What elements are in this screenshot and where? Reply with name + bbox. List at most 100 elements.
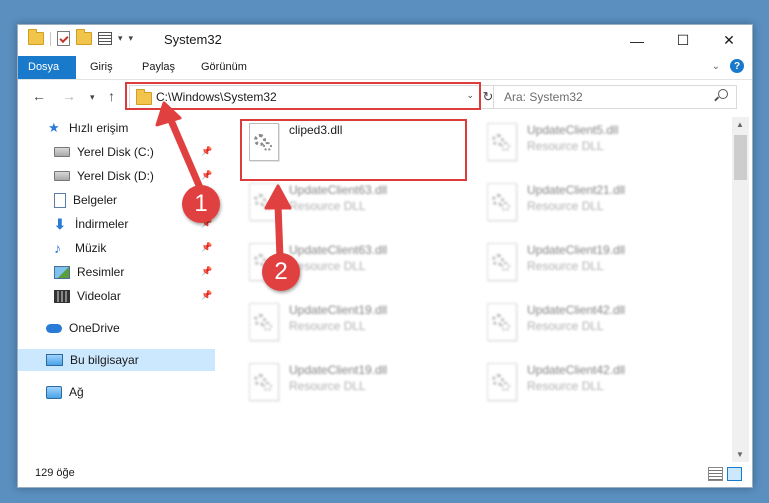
sidebar-item-documents[interactable]: Belgeler	[54, 189, 117, 211]
file-name: UpdateClient19.dll	[289, 303, 388, 317]
navigation-pane: ★ Hızlı erişim Yerel Disk (C:) 📌 Yerel D…	[18, 117, 215, 462]
ribbon-controls: ⌄ ?	[712, 59, 744, 73]
vertical-scrollbar[interactable]: ▲ ▼	[732, 117, 749, 462]
file-item[interactable]: UpdateClient63.dll Resource DLL	[243, 177, 473, 231]
sidebar-item-onedrive[interactable]: OneDrive	[46, 317, 120, 339]
pin-icon[interactable]: 📌	[201, 242, 212, 253]
dll-file-icon	[487, 243, 517, 281]
sidebar-item-this-pc[interactable]: Bu bilgisayar	[18, 349, 215, 371]
scroll-thumb[interactable]	[734, 135, 747, 180]
sidebar-item-label: İndirmeler	[75, 217, 129, 231]
tab-gorunum[interactable]: Görünüm	[191, 56, 257, 79]
chevron-down-icon[interactable]: ▾	[118, 33, 123, 44]
file-name: UpdateClient42.dll	[527, 363, 626, 377]
toolbar-separator	[50, 31, 51, 46]
file-type: Resource DLL	[527, 259, 604, 273]
search-icon[interactable]	[718, 89, 728, 99]
search-input[interactable]: Ara: System32	[493, 85, 737, 109]
sidebar-item-music[interactable]: ♪ Müzik	[54, 237, 106, 259]
quick-access-toolbar: ▾ ▾	[28, 29, 134, 46]
title-bar: ▾ ▾ System32 — ☐ ✕	[18, 25, 752, 56]
quick-access-star-icon: ★	[48, 120, 60, 135]
file-name: UpdateClient21.dll	[527, 183, 626, 197]
sidebar-item-label: Ağ	[69, 385, 84, 399]
drive-icon	[54, 147, 70, 157]
step-2-badge: 2	[262, 253, 300, 291]
pin-icon[interactable]: 📌	[201, 146, 212, 157]
details-view-icon[interactable]	[708, 467, 723, 481]
sidebar-item-local-disk-d[interactable]: Yerel Disk (D:)	[54, 165, 154, 187]
recent-locations-chevron-icon[interactable]: ▾	[90, 92, 95, 103]
dll-file-icon	[487, 183, 517, 221]
expand-ribbon-icon[interactable]: ⌄	[712, 61, 720, 72]
network-icon	[46, 385, 62, 399]
drive-icon	[54, 171, 70, 181]
status-bar: 129 öğe	[18, 462, 752, 487]
file-type: Resource DLL	[289, 379, 366, 393]
documents-icon	[54, 192, 66, 208]
folder-icon[interactable]	[28, 29, 44, 45]
new-folder-icon[interactable]	[76, 29, 92, 45]
maximize-button[interactable]: ☐	[660, 25, 706, 56]
sidebar-item-label: Yerel Disk (D:)	[77, 169, 154, 183]
close-button[interactable]: ✕	[706, 25, 752, 56]
window-title: System32	[164, 32, 222, 47]
file-name: UpdateClient19.dll	[289, 363, 388, 377]
file-type: Resource DLL	[527, 199, 604, 213]
sidebar-item-network[interactable]: Ağ	[46, 381, 84, 403]
address-bar-highlight	[125, 82, 481, 110]
file-item[interactable]: UpdateClient42.dll Resource DLL	[481, 357, 711, 411]
search-placeholder: Ara: System32	[504, 90, 583, 104]
properties-check-icon[interactable]	[57, 31, 70, 46]
file-item[interactable]: UpdateClient21.dll Resource DLL	[481, 177, 711, 231]
file-item[interactable]: UpdateClient42.dll Resource DLL	[481, 297, 711, 351]
music-icon: ♪	[54, 240, 61, 256]
videos-icon	[54, 289, 70, 303]
sidebar-item-local-disk-c[interactable]: Yerel Disk (C:)	[54, 141, 215, 163]
file-type: Resource DLL	[527, 319, 604, 333]
dll-file-icon	[249, 363, 279, 401]
downloads-icon: ⬇	[54, 216, 66, 232]
sidebar-item-quick-access[interactable]: ★ Hızlı erişim	[48, 117, 128, 139]
pin-icon[interactable]: 📌	[201, 170, 212, 181]
item-count: 129 öğe	[35, 467, 75, 479]
pin-icon[interactable]: 📌	[201, 266, 212, 277]
view-toggle	[708, 467, 742, 481]
scroll-down-icon[interactable]: ▼	[736, 450, 744, 459]
customize-toolbar-icon[interactable]	[98, 32, 112, 45]
file-type: Resource DLL	[527, 379, 604, 393]
file-name: UpdateClient5.dll	[527, 123, 619, 137]
sidebar-item-videos[interactable]: Videolar	[54, 285, 121, 307]
forward-arrow-icon[interactable]: →	[62, 88, 76, 104]
sidebar-item-pictures[interactable]: Resimler	[54, 261, 124, 283]
dll-file-icon	[249, 303, 279, 341]
tab-dosya[interactable]: Dosya	[18, 56, 76, 79]
file-item[interactable]: UpdateClient19.dll Resource DLL	[243, 297, 473, 351]
file-item[interactable]: UpdateClient5.dll Resource DLL	[481, 117, 711, 171]
sidebar-item-label: Resimler	[77, 265, 125, 279]
pin-icon[interactable]: 📌	[201, 290, 212, 301]
sidebar-item-label: Hızlı erişim	[69, 121, 129, 135]
minimize-button[interactable]: —	[614, 25, 660, 56]
back-arrow-icon[interactable]: ←	[32, 88, 46, 104]
up-arrow-icon[interactable]: ↑	[108, 88, 115, 104]
file-item[interactable]: UpdateClient19.dll Resource DLL	[243, 357, 473, 411]
scroll-up-icon[interactable]: ▲	[736, 120, 744, 129]
file-type: Resource DLL	[289, 199, 366, 213]
sidebar-item-downloads[interactable]: ⬇ İndirmeler	[54, 213, 128, 235]
large-icons-view-icon[interactable]	[727, 467, 742, 481]
onedrive-cloud-icon	[46, 323, 62, 333]
file-name: UpdateClient63.dll	[289, 183, 388, 197]
step-1-badge: 1	[182, 185, 220, 223]
file-name: UpdateClient42.dll	[527, 303, 626, 317]
dll-file-icon	[487, 123, 517, 161]
dll-file-icon	[249, 183, 279, 221]
tab-paylas[interactable]: Paylaş	[132, 56, 185, 79]
file-item[interactable]: UpdateClient19.dll Resource DLL	[481, 237, 711, 291]
tab-giris[interactable]: Giriş	[80, 56, 123, 79]
sidebar-item-label: Müzik	[75, 241, 107, 255]
file-name: UpdateClient19.dll	[527, 243, 626, 257]
help-icon[interactable]: ?	[730, 59, 744, 73]
qat-dropdown-icon[interactable]: ▾	[129, 33, 134, 44]
sidebar-item-label: Videolar	[77, 289, 121, 303]
